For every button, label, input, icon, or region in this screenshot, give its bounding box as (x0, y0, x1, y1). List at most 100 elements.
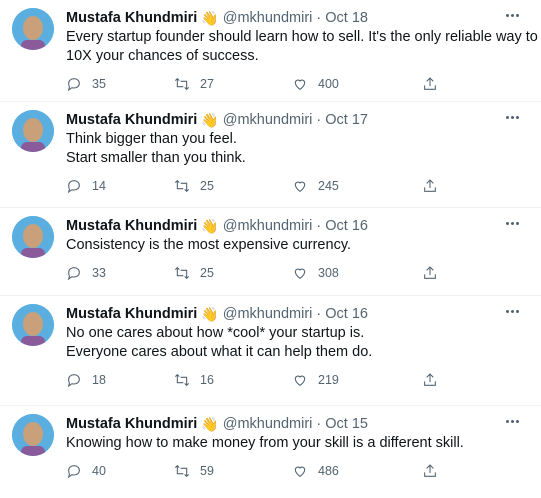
wave-emoji: 👋 (201, 112, 219, 128)
retweet-button[interactable]: 25 (174, 178, 292, 194)
share-icon (424, 179, 436, 192)
like-count: 308 (318, 266, 339, 280)
tweet-text: No one cares about how *cool* your start… (66, 324, 525, 362)
tweet-actions: 40 59 486 (66, 453, 525, 489)
tweet-text: Consistency is the most expensive curren… (66, 236, 525, 255)
reply-button[interactable]: 18 (66, 372, 174, 388)
retweet-icon (174, 266, 190, 280)
tweet-line: Consistency is the most expensive curren… (66, 237, 352, 253)
retweet-button[interactable]: 25 (174, 265, 292, 281)
tweet-feed: Mustafa Khundmiri 👋 @mkhundmiri · Oct 18… (0, 0, 541, 498)
retweet-count: 25 (200, 266, 214, 280)
author-name[interactable]: Mustafa Khundmiri (66, 306, 197, 322)
author-name[interactable]: Mustafa Khundmiri (66, 10, 197, 26)
author-name[interactable]: Mustafa Khundmiri (66, 112, 197, 128)
more-horizontal-icon[interactable] (501, 412, 523, 430)
tweet-actions: 35 27 400 (66, 66, 525, 102)
reply-icon (67, 78, 80, 92)
reply-icon (67, 267, 80, 281)
retweet-icon (174, 373, 190, 387)
like-button[interactable]: 400 (292, 76, 422, 92)
wave-emoji: 👋 (201, 218, 219, 234)
share-button[interactable] (422, 76, 438, 92)
tweet-date[interactable]: Oct 15 (325, 416, 368, 432)
heart-icon (294, 79, 306, 90)
separator: · (316, 218, 322, 234)
tweet[interactable]: Mustafa Khundmiri 👋 @mkhundmiri · Oct 18… (0, 0, 541, 102)
tweet-line: No one cares about how *cool* your start… (66, 325, 365, 341)
avatar[interactable] (12, 414, 54, 456)
like-count: 219 (318, 373, 339, 387)
tweet[interactable]: Mustafa Khundmiri 👋 @mkhundmiri · Oct 16… (0, 296, 541, 406)
reply-count: 33 (92, 266, 106, 280)
share-button[interactable] (422, 372, 438, 388)
reply-button[interactable]: 35 (66, 76, 174, 92)
avatar[interactable] (12, 110, 54, 152)
reply-button[interactable]: 33 (66, 265, 174, 281)
like-button[interactable]: 219 (292, 372, 422, 388)
reply-count: 35 (92, 77, 106, 91)
tweet-date[interactable]: Oct 17 (325, 112, 368, 128)
tweet-text: Every startup founder should learn how t… (66, 28, 538, 66)
retweet-count: 16 (200, 373, 214, 387)
heart-icon (294, 268, 306, 279)
retweet-icon (174, 179, 190, 193)
author-handle[interactable]: @mkhundmiri (223, 218, 313, 234)
heart-icon (294, 466, 306, 477)
share-button[interactable] (422, 463, 438, 479)
retweet-count: 27 (200, 77, 214, 91)
reply-button[interactable]: 40 (66, 463, 174, 479)
tweet-date[interactable]: Oct 18 (325, 10, 368, 26)
like-button[interactable]: 486 (292, 463, 422, 479)
separator: · (316, 112, 322, 128)
tweet-line: Knowing how to make money from your skil… (66, 435, 464, 451)
retweet-button[interactable]: 27 (174, 76, 292, 92)
more-horizontal-icon[interactable] (501, 302, 523, 320)
heart-icon (294, 375, 306, 386)
share-icon (424, 266, 436, 279)
like-count: 486 (318, 464, 339, 478)
separator: · (316, 306, 322, 322)
tweet-date[interactable]: Oct 16 (325, 306, 368, 322)
author-handle[interactable]: @mkhundmiri (223, 10, 313, 26)
share-icon (424, 464, 436, 477)
tweet[interactable]: Mustafa Khundmiri 👋 @mkhundmiri · Oct 15… (0, 406, 541, 498)
author-handle[interactable]: @mkhundmiri (223, 112, 313, 128)
reply-button[interactable]: 14 (66, 178, 174, 194)
reply-count: 40 (92, 464, 106, 478)
retweet-icon (174, 77, 190, 91)
tweet-line: Everyone cares about what it can help th… (66, 344, 373, 360)
tweet[interactable]: Mustafa Khundmiri 👋 @mkhundmiri · Oct 16… (0, 208, 541, 296)
share-button[interactable] (422, 265, 438, 281)
avatar[interactable] (12, 8, 54, 50)
author-handle[interactable]: @mkhundmiri (223, 306, 313, 322)
more-horizontal-icon[interactable] (501, 108, 523, 126)
tweet[interactable]: Mustafa Khundmiri 👋 @mkhundmiri · Oct 17… (0, 102, 541, 208)
like-count: 245 (318, 179, 339, 193)
tweet-text: Think bigger than you feel. Start smalle… (66, 130, 525, 168)
more-horizontal-icon[interactable] (501, 214, 523, 232)
tweet-date[interactable]: Oct 16 (325, 218, 368, 234)
avatar[interactable] (12, 304, 54, 346)
author-name[interactable]: Mustafa Khundmiri (66, 218, 197, 234)
reply-count: 14 (92, 179, 106, 193)
retweet-button[interactable]: 59 (174, 463, 292, 479)
tweet-line: Start smaller than you think. (66, 150, 246, 166)
retweet-count: 59 (200, 464, 214, 478)
tweet-line: 10X your chances of success. (66, 48, 259, 64)
retweet-button[interactable]: 16 (174, 372, 292, 388)
heart-icon (294, 181, 306, 192)
avatar[interactable] (12, 216, 54, 258)
wave-emoji: 👋 (201, 306, 219, 322)
like-button[interactable]: 245 (292, 178, 422, 194)
tweet-actions: 14 25 245 (66, 168, 525, 204)
share-button[interactable] (422, 178, 438, 194)
more-horizontal-icon[interactable] (501, 6, 523, 24)
retweet-icon (174, 464, 190, 478)
like-count: 400 (318, 77, 339, 91)
reply-count: 18 (92, 373, 106, 387)
author-name[interactable]: Mustafa Khundmiri (66, 416, 197, 432)
separator: · (316, 416, 322, 432)
author-handle[interactable]: @mkhundmiri (223, 416, 313, 432)
like-button[interactable]: 308 (292, 265, 422, 281)
